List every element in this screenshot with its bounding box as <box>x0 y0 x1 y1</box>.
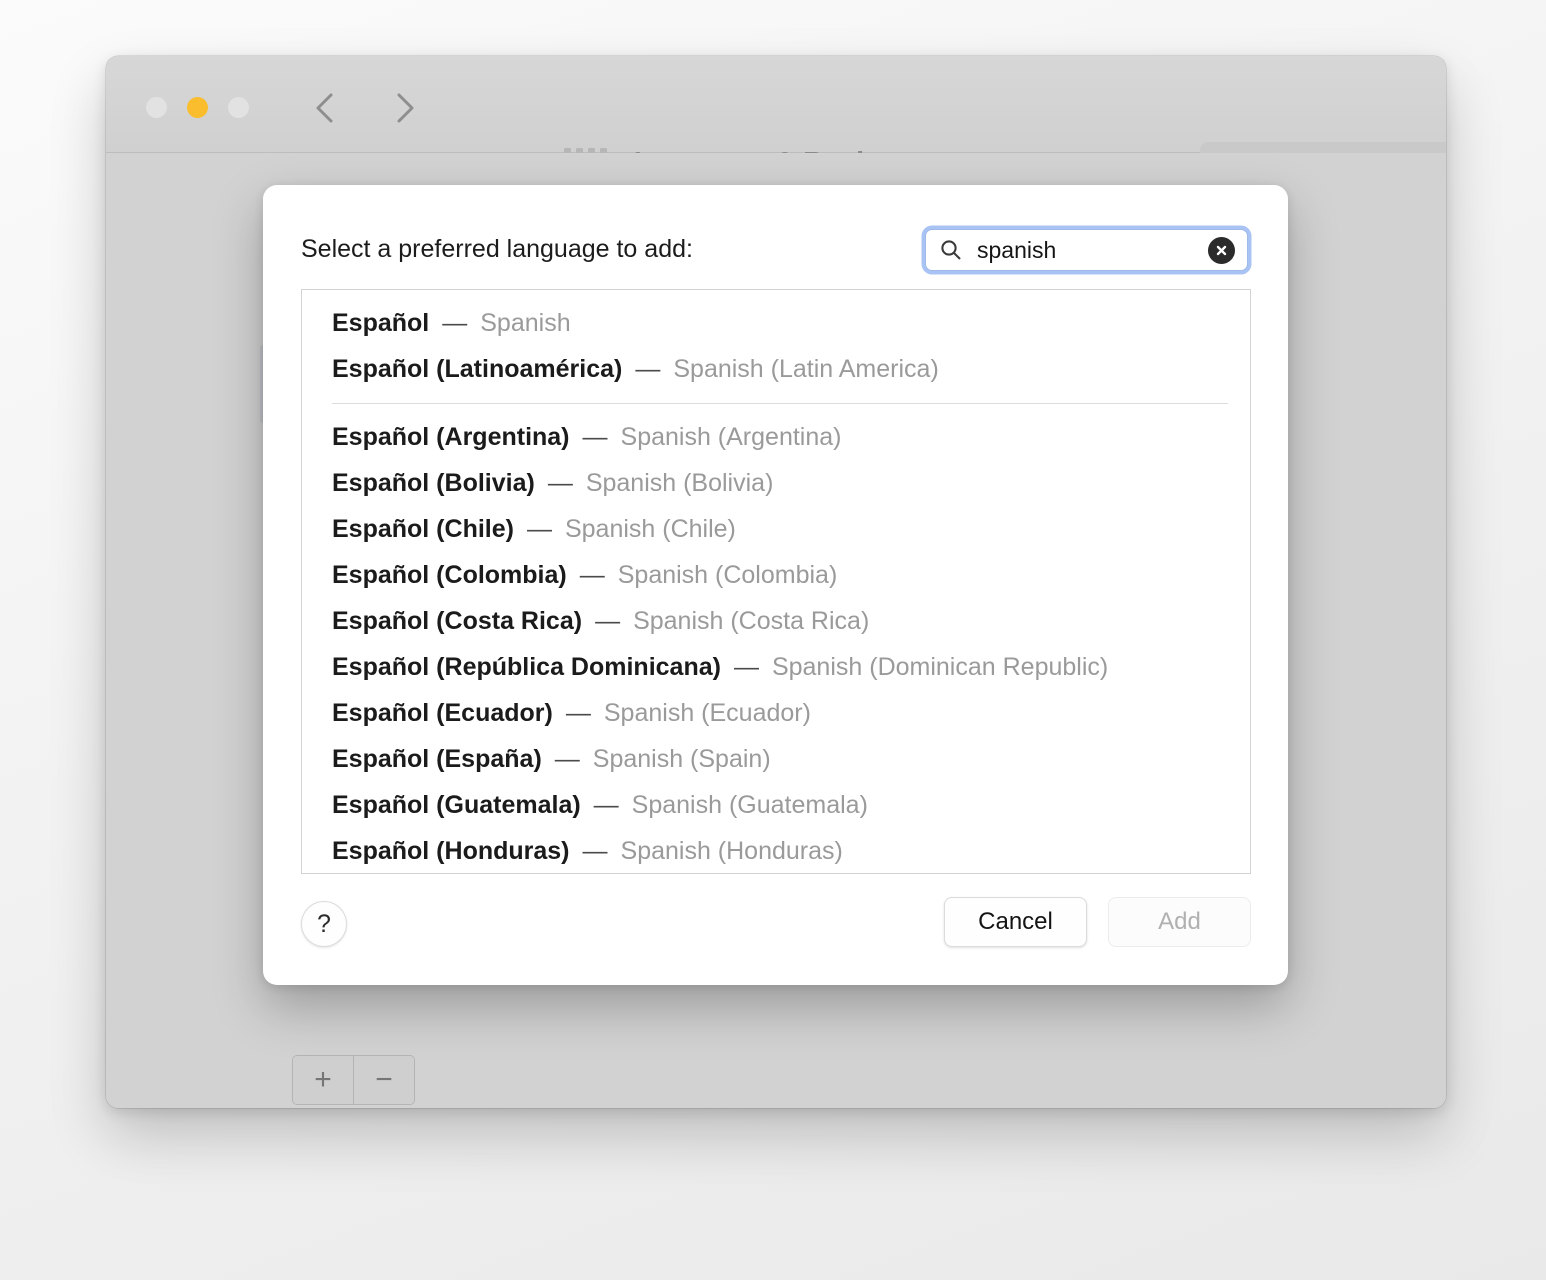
list-item-native-name: Español (Guatemala) <box>332 790 581 819</box>
list-item-dash: — <box>554 744 580 773</box>
list-item-english-name: Spanish (Latin America) <box>673 354 939 383</box>
list-item-native-name: Español <box>332 308 430 337</box>
search-icon <box>939 238 963 262</box>
list-item[interactable]: Español (Bolivia) — Spanish (Bolivia) <box>302 460 1250 506</box>
list-item-english-name: Spanish (Chile) <box>564 514 736 543</box>
chevron-right-icon[interactable] <box>384 86 424 130</box>
list-item[interactable]: Español — Spanish <box>302 300 1250 346</box>
list-item-english-name: Spanish (Colombia) <box>617 560 838 589</box>
list-item-dash: — <box>579 560 605 589</box>
list-item[interactable]: Español (Chile) — Spanish (Chile) <box>302 506 1250 552</box>
list-item[interactable]: Español (Guatemala) — Spanish (Guatemala) <box>302 782 1250 828</box>
list-item-dash: — <box>733 652 759 681</box>
list-item-dash: — <box>565 698 591 727</box>
list-item[interactable]: Español (Argentina) — Spanish (Argentina) <box>302 414 1250 460</box>
list-item[interactable]: Español (España) — Spanish (Spain) <box>302 736 1250 782</box>
list-item-english-name: Spanish (Ecuador) <box>603 698 811 727</box>
list-item-native-name: Español (Costa Rica) <box>332 606 583 635</box>
add-remove-segmented-control[interactable]: + − <box>292 1055 415 1105</box>
list-item-english-name: Spanish (Bolivia) <box>585 468 774 497</box>
cancel-button[interactable]: Cancel <box>944 897 1087 947</box>
list-item-dash: — <box>547 468 573 497</box>
list-item-dash: — <box>582 422 608 451</box>
list-item-native-name: Español (Colombia) <box>332 560 567 589</box>
add-button[interactable]: Add <box>1108 897 1251 947</box>
list-item[interactable]: Español (Latinoamérica) — Spanish (Latin A… <box>302 346 1250 392</box>
language-search-field[interactable]: spanish <box>925 229 1248 271</box>
list-top-padding <box>302 290 1250 300</box>
list-item-english-name: Spanish (Costa Rica) <box>633 606 870 635</box>
list-item-native-name: Español (Honduras) <box>332 836 570 865</box>
list-item-native-name: Español (Latinoamérica) <box>332 354 623 383</box>
minimize-button[interactable] <box>187 97 208 118</box>
list-item-native-name: Español (República Dominicana) <box>332 652 721 681</box>
sheet-help-button[interactable]: ? <box>301 901 347 947</box>
list-item-dash: — <box>526 514 552 543</box>
list-item-english-name: Spanish <box>480 308 571 337</box>
list-item-dash: — <box>595 606 621 635</box>
sheet-footer: ? Cancel Add <box>263 875 1288 985</box>
list-item-native-name: Español (Argentina) <box>332 422 570 451</box>
add-language-button[interactable]: + <box>293 1056 353 1104</box>
list-item-dash: — <box>582 836 608 865</box>
chevron-left-icon[interactable] <box>306 86 346 130</box>
list-item[interactable]: Español (Colombia) — Spanish (Colombia) <box>302 552 1250 598</box>
language-results-list[interactable]: Español — Spanish Español (Latinoamérica) — S… <box>301 289 1251 874</box>
window-titlebar: Language & Region Search <box>106 56 1446 188</box>
list-item[interactable]: Español (Ecuador) — Spanish (Ecuador) <box>302 690 1250 736</box>
list-item-dash: — <box>442 308 468 337</box>
list-item-english-name: Spanish (Honduras) <box>620 836 843 865</box>
list-item-native-name: Español (España) <box>332 744 542 773</box>
list-item-english-name: Spanish (Argentina) <box>620 422 842 451</box>
results-separator <box>332 403 1228 404</box>
list-item-native-name: Español (Chile) <box>332 514 514 543</box>
close-button[interactable] <box>146 97 167 118</box>
traffic-light-buttons <box>146 97 249 118</box>
list-item-native-name: Español (Bolivia) <box>332 468 535 497</box>
sheet-title: Select a preferred language to add: <box>301 235 693 263</box>
list-item[interactable]: Español (República Dominicana) — Spanish (… <box>302 644 1250 690</box>
list-item-dash: — <box>593 790 619 819</box>
list-item-english-name: Spanish (Spain) <box>592 744 771 773</box>
list-item[interactable]: Español (Costa Rica) — Spanish (Costa Rica… <box>302 598 1250 644</box>
list-item-dash: — <box>635 354 661 383</box>
clear-circle-icon[interactable] <box>1208 236 1235 264</box>
list-item-english-name: Spanish (Guatemala) <box>631 790 868 819</box>
list-item-native-name: Español (Ecuador) <box>332 698 553 727</box>
remove-language-button[interactable]: − <box>353 1056 414 1104</box>
language-search-value: spanish <box>977 236 1057 263</box>
list-item[interactable]: Español (Honduras) — Spanish (Honduras) <box>302 828 1250 873</box>
zoom-button[interactable] <box>228 97 249 118</box>
list-item-english-name: Spanish (Dominican Republic) <box>771 652 1109 681</box>
add-language-sheet: Select a preferred language to add: span… <box>263 185 1288 985</box>
